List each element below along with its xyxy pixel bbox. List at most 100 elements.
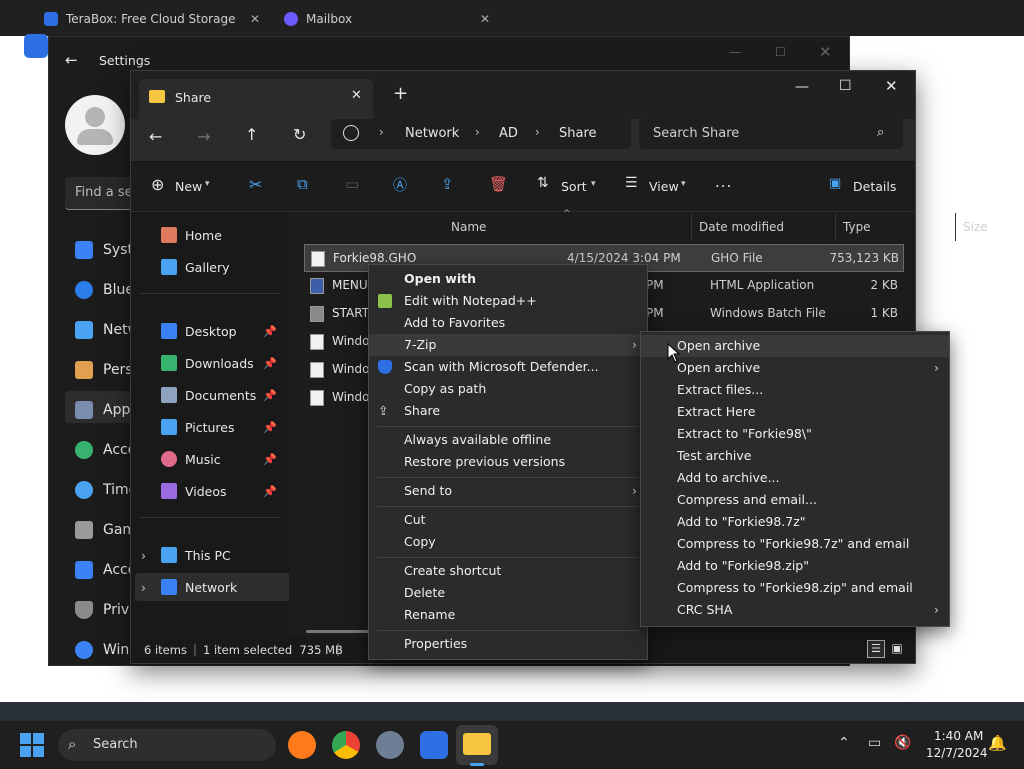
paste-icon[interactable]: ▭ [345, 175, 359, 193]
notification-bell-icon[interactable]: 🔔 [988, 734, 1007, 752]
windows-start-icon[interactable] [20, 733, 44, 757]
clock-time[interactable]: 1:40 AM [934, 729, 983, 743]
submenu-item-test-archive[interactable]: Test archive [641, 445, 949, 467]
table-row[interactable]: Window [304, 328, 379, 354]
sidebar-item-network[interactable]: › Network [135, 573, 291, 601]
sidebar-item-pictures[interactable]: Pictures 📌 [161, 413, 285, 441]
sidebar-item-home[interactable]: Home [161, 221, 281, 249]
sidebar-item-desktop[interactable]: Desktop 📌 [161, 317, 285, 345]
breadcrumb[interactable]: › Network › AD › Share [331, 119, 631, 149]
table-row[interactable]: Window [304, 356, 379, 382]
submenu-item-open-archive[interactable]: Open archive [641, 335, 949, 357]
taskbar-search[interactable]: ⌕ Search [58, 729, 276, 761]
sidebar-item-music[interactable]: Music 📌 [161, 445, 285, 473]
close-icon[interactable]: ✕ [885, 77, 898, 95]
pin-icon[interactable]: 📌 [263, 453, 277, 466]
submenu-item-add-7z[interactable]: Add to "Forkie98.7z" [641, 511, 949, 533]
menu-item-edit-notepad[interactable]: Edit with Notepad++ [369, 290, 647, 312]
clock-date[interactable]: 12/7/2024 [926, 746, 988, 760]
chevron-up-icon[interactable]: ⌃ [838, 735, 850, 751]
menu-item-add-favorites[interactable]: Add to Favorites [369, 312, 647, 334]
file-explorer-icon[interactable] [463, 733, 491, 755]
back-arrow-icon[interactable]: ← [149, 127, 162, 146]
pin-icon[interactable]: 📌 [263, 485, 277, 498]
delete-icon[interactable]: 🗑 [489, 175, 508, 193]
details-view-icon[interactable]: ☰ [867, 640, 885, 658]
sidebar-item-downloads[interactable]: Downloads 📌 [161, 349, 285, 377]
back-arrow-icon[interactable]: ← [65, 51, 78, 69]
close-icon[interactable]: ✕ [351, 88, 362, 103]
pin-icon[interactable]: 📌 [263, 389, 277, 402]
more-options-button[interactable]: ... [715, 173, 732, 191]
rename-icon[interactable]: Ⓐ [393, 175, 407, 195]
menu-item-share[interactable]: ⇪ Share [369, 400, 647, 422]
column-header-size[interactable]: Size [963, 213, 988, 241]
menu-item-send-to[interactable]: Send to › [369, 480, 647, 502]
new-icon[interactable]: ⊕ [151, 175, 164, 194]
minimize-icon[interactable]: — [795, 79, 809, 95]
submenu-item-compress-zip-email[interactable]: Compress to "Forkie98.zip" and email [641, 577, 949, 599]
chrome-icon[interactable] [332, 731, 360, 759]
menu-item-offline[interactable]: Always available offline [369, 429, 647, 451]
copy-icon[interactable]: ⧉ [297, 175, 308, 193]
menu-item-create-shortcut[interactable]: Create shortcut [369, 560, 647, 582]
browser-tab[interactable]: TeraBox: Free Cloud Storage ✕ [44, 6, 268, 32]
submenu-item-compress-7z-email[interactable]: Compress to "Forkie98.7z" and email [641, 533, 949, 555]
search-input[interactable]: Search Share ⌕ [639, 119, 903, 149]
column-header-name[interactable]: Name [451, 213, 486, 241]
minimize-icon[interactable]: — [729, 45, 741, 59]
menu-item-open-with[interactable]: Open with [369, 268, 647, 290]
settings-nav-apps[interactable]: Apps [75, 395, 138, 425]
new-tab-icon[interactable]: + [393, 83, 408, 104]
maximize-icon[interactable]: ☐ [839, 78, 852, 94]
sort-button[interactable]: Sort [561, 179, 587, 194]
column-header-date[interactable]: Date modified [699, 213, 784, 241]
submenu-item-add-zip[interactable]: Add to "Forkie98.zip" [641, 555, 949, 577]
column-header-type[interactable]: Type [843, 213, 871, 241]
menu-item-rename[interactable]: Rename [369, 604, 647, 626]
avatar[interactable] [65, 95, 125, 155]
up-arrow-icon[interactable]: ↑ [245, 125, 258, 144]
browser-tab[interactable]: Mailbox ✕ [284, 6, 498, 32]
menu-item-delete[interactable]: Delete [369, 582, 647, 604]
pin-icon[interactable]: 📌 [263, 325, 277, 338]
submenu-item-crc-sha[interactable]: CRC SHA › [641, 599, 949, 621]
menu-item-copy-path[interactable]: Copy as path [369, 378, 647, 400]
view-button[interactable]: View [649, 179, 679, 194]
details-button[interactable]: Details [853, 179, 896, 194]
menu-item-7zip[interactable]: 7-Zip › [369, 334, 647, 356]
breadcrumb-share[interactable]: Share [559, 126, 597, 141]
network-status-icon[interactable]: ▭ [868, 735, 881, 751]
menu-item-copy[interactable]: Copy [369, 531, 647, 553]
maximize-icon[interactable]: ☐ [775, 45, 786, 59]
submenu-item-extract-files[interactable]: Extract files... [641, 379, 949, 401]
breadcrumb-ad[interactable]: AD [499, 126, 518, 141]
cut-icon[interactable]: ✂ [249, 175, 262, 194]
close-icon[interactable]: ✕ [819, 43, 832, 61]
find-setting-input[interactable]: Find a setting [65, 177, 135, 210]
sidebar-item-documents[interactable]: Documents 📌 [161, 381, 285, 409]
submenu-item-extract-here[interactable]: Extract Here [641, 401, 949, 423]
menu-item-restore-versions[interactable]: Restore previous versions [369, 451, 647, 473]
new-button[interactable]: New [175, 179, 202, 194]
sidebar-item-this-pc[interactable]: › This PC [141, 541, 281, 569]
submenu-item-extract-to-folder[interactable]: Extract to "Forkie98\" [641, 423, 949, 445]
breadcrumb-network[interactable]: Network [405, 126, 459, 141]
chevron-right-icon[interactable]: › [141, 548, 153, 563]
tiles-view-icon[interactable]: ▣ [889, 640, 905, 656]
sidebar-item-videos[interactable]: Videos 📌 [161, 477, 285, 505]
volume-muted-icon[interactable]: 🔇 [894, 735, 911, 751]
menu-item-cut[interactable]: Cut [369, 509, 647, 531]
sort-icon[interactable]: ⇅ [537, 175, 549, 191]
view-icon[interactable]: ☰ [625, 175, 638, 191]
details-pane-icon[interactable]: ▣ [829, 176, 841, 191]
horizontal-scrollbar[interactable] [306, 630, 370, 633]
forward-arrow-icon[interactable]: → [197, 127, 210, 146]
submenu-item-compress-email[interactable]: Compress and email... [641, 489, 949, 511]
pin-icon[interactable]: 📌 [263, 421, 277, 434]
firefox-icon[interactable] [288, 731, 316, 759]
close-icon[interactable]: ✕ [480, 12, 490, 26]
menu-item-scan-defender[interactable]: Scan with Microsoft Defender... [369, 356, 647, 378]
menu-item-properties[interactable]: Properties [369, 633, 647, 655]
table-row[interactable]: Window [304, 384, 379, 410]
